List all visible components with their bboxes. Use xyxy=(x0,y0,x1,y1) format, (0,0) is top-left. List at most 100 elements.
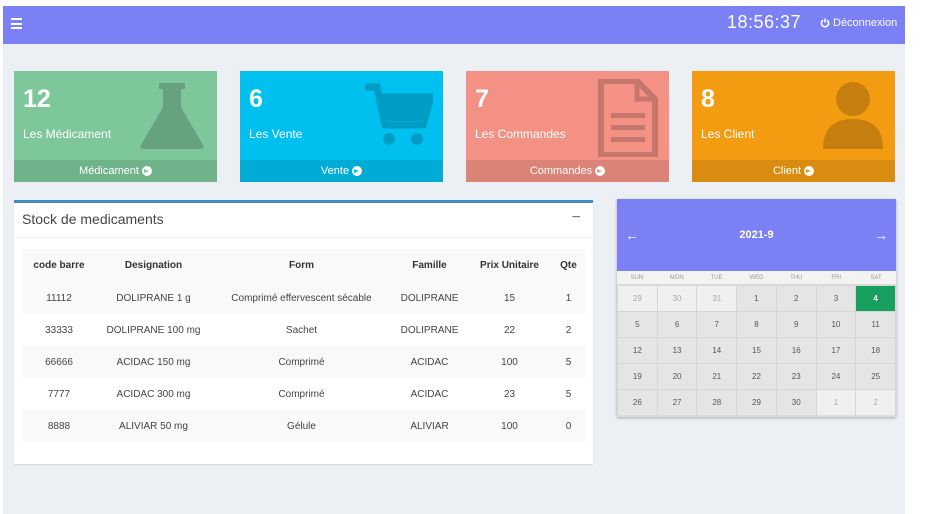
power-icon xyxy=(820,18,830,28)
table-cell: 5 xyxy=(552,378,585,410)
calendar-day[interactable]: 29 xyxy=(737,390,776,415)
calendar-day[interactable]: 1 xyxy=(737,286,776,311)
table-cell: Sachet xyxy=(211,314,392,346)
calendar-day[interactable]: 11 xyxy=(856,312,895,337)
calendar-day[interactable]: 21 xyxy=(697,364,737,389)
table-cell: DOLIPRANE xyxy=(392,282,467,314)
calendar-day[interactable]: 29 xyxy=(618,286,657,311)
calendar-day[interactable]: 17 xyxy=(816,338,856,363)
calendar-day[interactable]: 7 xyxy=(697,312,737,337)
stock-table: code barre Designation Form Famille Prix… xyxy=(22,249,585,442)
table-header-row: code barre Designation Form Famille Prix… xyxy=(22,249,585,282)
calendar-day[interactable]: 8 xyxy=(737,312,776,337)
stat-box-commandes: 7 Les Commandes Commandes xyxy=(466,71,669,182)
weekday-header: SUN MON TUE WED THU FRI SAT xyxy=(617,271,896,285)
calendar-day[interactable]: 4 xyxy=(856,286,895,311)
user-icon xyxy=(823,82,883,149)
calendar-day[interactable]: 12 xyxy=(618,338,657,363)
logout-button[interactable]: Déconnexion xyxy=(820,17,897,29)
stat-link-label: Médicament xyxy=(79,165,139,177)
calendar-header: ← 2021-9 → xyxy=(617,199,896,271)
calendar-day[interactable]: 1 xyxy=(816,390,856,415)
calendar-day[interactable]: 2 xyxy=(856,390,895,415)
calendar-day[interactable]: 31 xyxy=(697,286,737,311)
calendar-day[interactable]: 15 xyxy=(737,338,776,363)
calendar-day[interactable]: 24 xyxy=(816,364,856,389)
table-cell: DOLIPRANE xyxy=(392,314,467,346)
column-header: Form xyxy=(211,249,392,282)
calendar-day[interactable]: 26 xyxy=(618,390,657,415)
calendar-day[interactable]: 5 xyxy=(618,312,657,337)
table-cell: 22 xyxy=(467,314,552,346)
stat-link-vente[interactable]: Vente xyxy=(240,160,443,182)
calendar-day[interactable]: 18 xyxy=(856,338,895,363)
calendar-day[interactable]: 22 xyxy=(737,364,776,389)
table-cell: DOLIPRANE 1 g xyxy=(96,282,211,314)
weekday-label: FRI xyxy=(831,275,842,281)
stat-link-commandes[interactable]: Commandes xyxy=(466,160,669,182)
stat-link-medicament[interactable]: Médicament xyxy=(14,160,217,182)
table-row: 8888 ALIVIAR 50 mg Gélule ALIVIAR 100 0 xyxy=(22,410,585,442)
panel-title: Stock de medicaments xyxy=(22,211,164,227)
table-cell: Comprimé effervescent sécable xyxy=(211,282,392,314)
table-cell: 23 xyxy=(467,378,552,410)
stat-label: Les Client xyxy=(701,127,755,141)
calendar-day[interactable]: 28 xyxy=(697,390,737,415)
calendar-day[interactable]: 2 xyxy=(776,286,816,311)
circle-arrow-right-icon xyxy=(804,166,815,176)
calendar-day[interactable]: 10 xyxy=(816,312,856,337)
collapse-icon[interactable]: − xyxy=(572,209,581,227)
clock: 18:56:37 xyxy=(727,12,802,32)
app-shell: 18:56:37 Déconnexion 12 Les Médicament M… xyxy=(3,6,905,514)
table-cell: Comprimé xyxy=(211,378,392,410)
hamburger-menu-icon[interactable] xyxy=(11,18,22,30)
weekday-label: SUN xyxy=(630,275,644,281)
calendar-day[interactable]: 25 xyxy=(856,364,895,389)
circle-arrow-right-icon xyxy=(141,166,152,176)
calendar-day[interactable]: 20 xyxy=(657,364,697,389)
table-cell: 7777 xyxy=(22,378,96,410)
column-header: Prix Unitaire xyxy=(467,249,552,282)
weekday-label: MON xyxy=(669,275,684,281)
calendar-day[interactable]: 9 xyxy=(776,312,816,337)
stat-link-label: Commandes xyxy=(529,165,593,177)
table-cell: 66666 xyxy=(22,346,96,378)
table-cell: ACIDAC 300 mg xyxy=(96,378,211,410)
divider xyxy=(14,237,593,238)
stat-link-client[interactable]: Client xyxy=(692,160,895,182)
table-cell: 15 xyxy=(467,282,552,314)
weekday-label: WED xyxy=(749,275,764,281)
stock-panel: Stock de medicaments − code barre Design… xyxy=(14,200,593,464)
stat-label: Les Commandes xyxy=(475,127,566,141)
column-header: Designation xyxy=(96,249,211,282)
stat-label: Les Médicament xyxy=(23,127,112,141)
table-row: 7777 ACIDAC 300 mg Comprimé ACIDAC 23 5 xyxy=(22,378,585,410)
calendar-day[interactable]: 30 xyxy=(657,286,697,311)
table-cell: ALIVIAR 50 mg xyxy=(96,410,211,442)
calendar-day[interactable]: 16 xyxy=(776,338,816,363)
document-icon xyxy=(598,79,658,157)
table-cell: 0 xyxy=(552,410,585,442)
stat-box-client: 8 Les Client Client xyxy=(692,71,895,182)
table-cell: 5 xyxy=(552,346,585,378)
table-cell: Comprimé xyxy=(211,346,392,378)
calendar-day[interactable]: 23 xyxy=(776,364,816,389)
weekday-label: TUE xyxy=(710,275,723,281)
column-header: Qte xyxy=(552,249,585,282)
calendar-day[interactable]: 19 xyxy=(618,364,657,389)
logout-label: Déconnexion xyxy=(833,17,898,29)
stat-box-medicament: 12 Les Médicament Médicament xyxy=(14,71,217,182)
table-cell: 100 xyxy=(467,410,552,442)
calendar-day[interactable]: 13 xyxy=(657,338,697,363)
calendar-day[interactable]: 27 xyxy=(657,390,697,415)
stat-link-label: Vente xyxy=(320,165,350,177)
next-month-button[interactable]: → xyxy=(874,227,888,243)
table-cell: 33333 xyxy=(22,314,96,346)
calendar-grid: 29 30 31 1 2 3 4 5 6 7 8 9 10 11 12 13 14 15 16 17 18 19 20 21 2… xyxy=(617,285,896,415)
calendar-day[interactable]: 30 xyxy=(776,390,816,415)
table-row: 33333 DOLIPRANE 100 mg Sachet DOLIPRANE 22 2 xyxy=(22,314,585,346)
calendar-day[interactable]: 14 xyxy=(697,338,737,363)
calendar-day[interactable]: 3 xyxy=(816,286,856,311)
stat-count: 8 xyxy=(701,85,715,113)
calendar-day[interactable]: 6 xyxy=(657,312,697,337)
